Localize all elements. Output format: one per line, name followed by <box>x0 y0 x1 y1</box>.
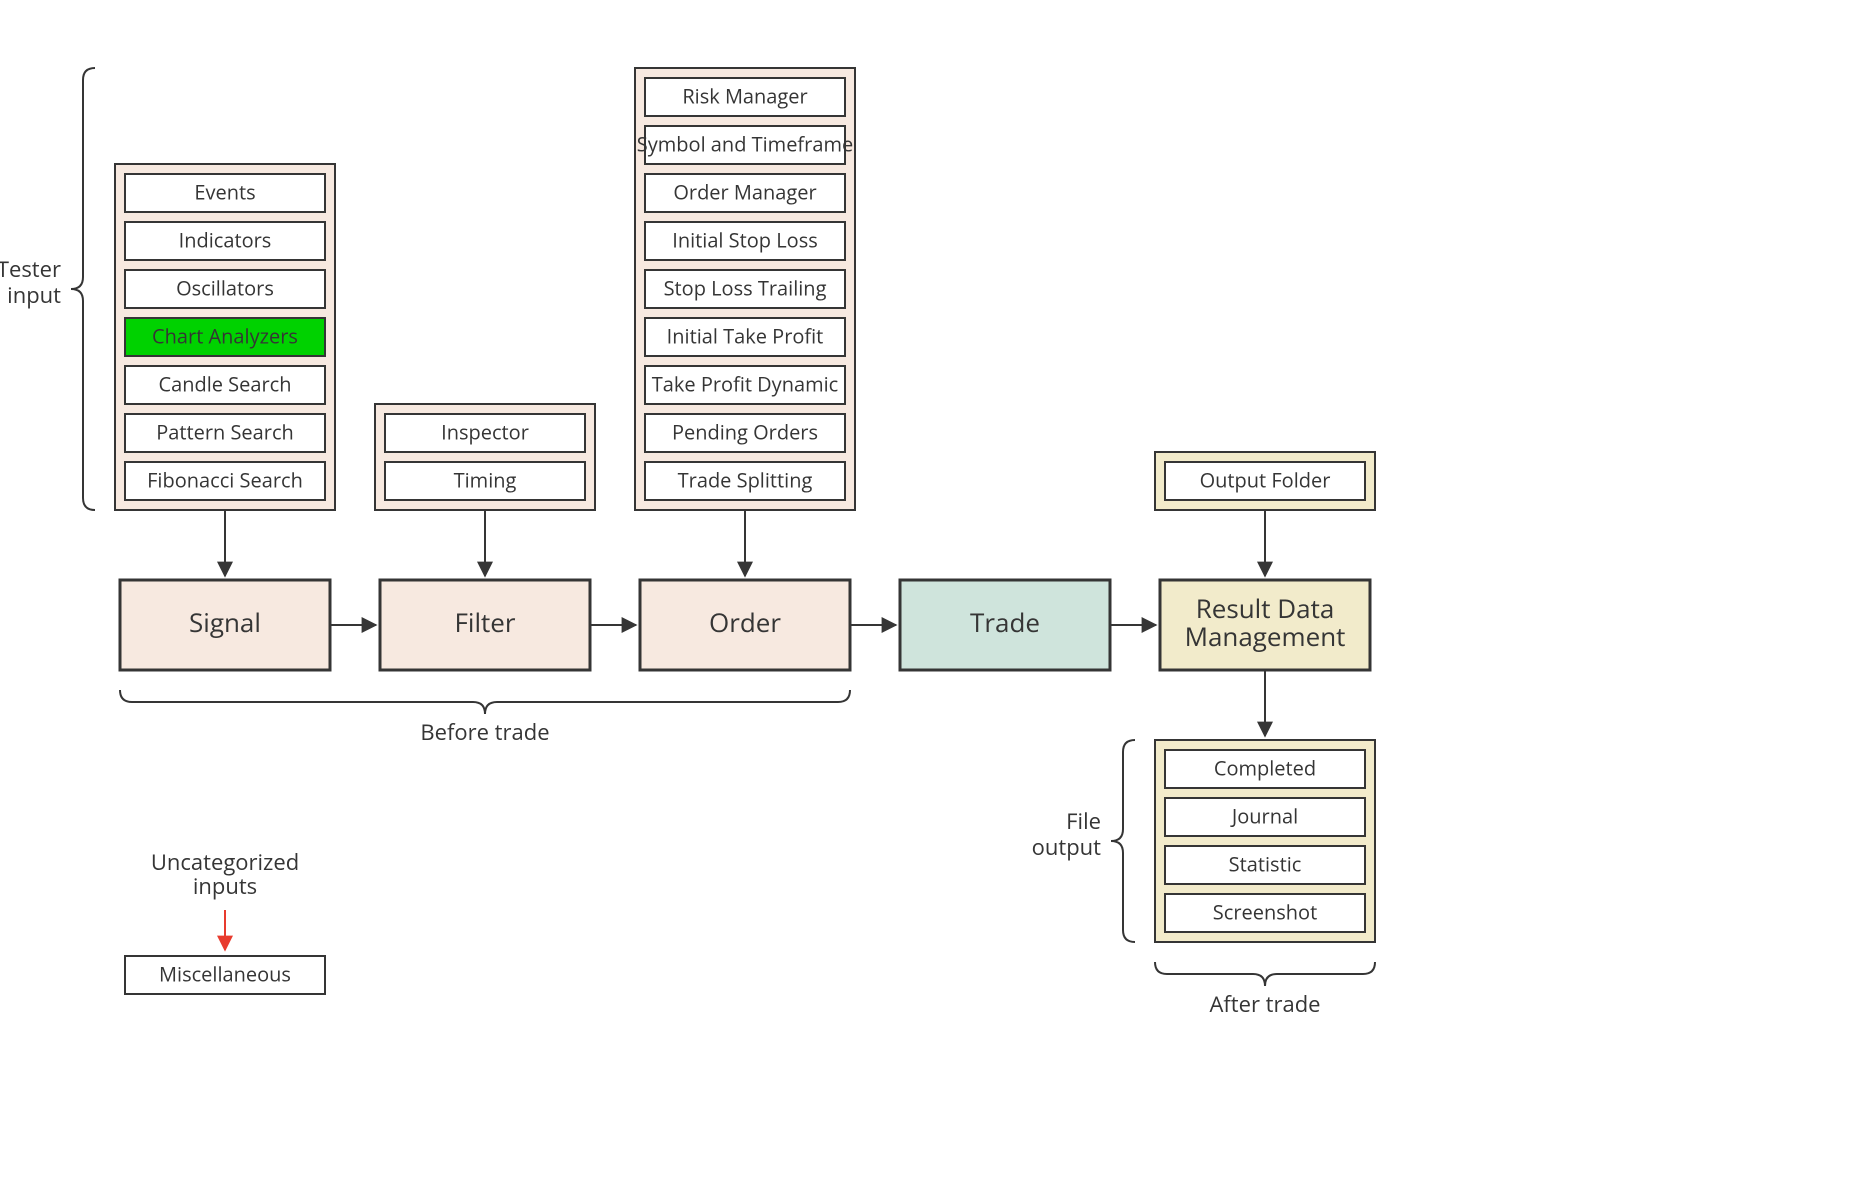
label-file-output-2: output <box>1032 832 1102 862</box>
item-label-result_out-1: Journal <box>1230 802 1298 829</box>
item-label-order-8: Trade Splitting <box>678 466 813 493</box>
item-label-filter-0: Inspector <box>441 418 529 445</box>
item-label-filter-1: Timing <box>454 466 517 493</box>
brace-tester-input <box>71 68 95 510</box>
item-label-order-4: Stop Loss Trailing <box>664 274 827 301</box>
item-label-result_out-2: Statistic <box>1229 850 1302 877</box>
stage-label-filter: Filter <box>454 604 515 640</box>
label-after-trade: After trade <box>1209 989 1320 1019</box>
stage-label-trade: Trade <box>970 604 1040 640</box>
item-label-result_in-0: Output Folder <box>1200 466 1331 493</box>
item-label-order-6: Take Profit Dynamic <box>652 370 838 397</box>
item-label-order-2: Order Manager <box>673 178 816 205</box>
label-tester-input-2: input <box>7 280 61 310</box>
stage-label-signal: Signal <box>189 604 261 640</box>
item-label-result_out-0: Completed <box>1214 754 1316 781</box>
brace-file-output <box>1111 740 1135 942</box>
item-label-signal-0: Events <box>194 178 255 205</box>
item-label-signal-3: Chart Analyzers <box>152 322 298 349</box>
brace-before-trade <box>120 690 850 714</box>
item-label-order-1: Symbol and Timeframe <box>637 130 853 157</box>
item-label-signal-2: Oscillators <box>176 274 274 301</box>
brace-after-trade <box>1155 962 1375 986</box>
item-label-result_out-3: Screenshot <box>1213 898 1317 925</box>
item-label-signal-6: Fibonacci Search <box>147 466 303 493</box>
label-uncat-2: inputs <box>193 871 257 901</box>
label-miscellaneous: Miscellaneous <box>159 960 291 987</box>
stage-label-order: Order <box>709 604 781 640</box>
item-label-signal-5: Pattern Search <box>156 418 294 445</box>
item-label-order-7: Pending Orders <box>672 418 818 445</box>
item-label-signal-1: Indicators <box>179 226 272 253</box>
item-label-order-0: Risk Manager <box>682 82 807 109</box>
item-label-order-5: Initial Take Profit <box>667 322 824 349</box>
item-label-order-3: Initial Stop Loss <box>672 226 818 253</box>
flow-diagram: SignalFilterOrderTradeResult DataManagem… <box>0 0 1873 1185</box>
label-before-trade: Before trade <box>420 717 549 747</box>
item-label-signal-4: Candle Search <box>158 370 291 397</box>
stage-label-result-2: Management <box>1185 618 1346 654</box>
